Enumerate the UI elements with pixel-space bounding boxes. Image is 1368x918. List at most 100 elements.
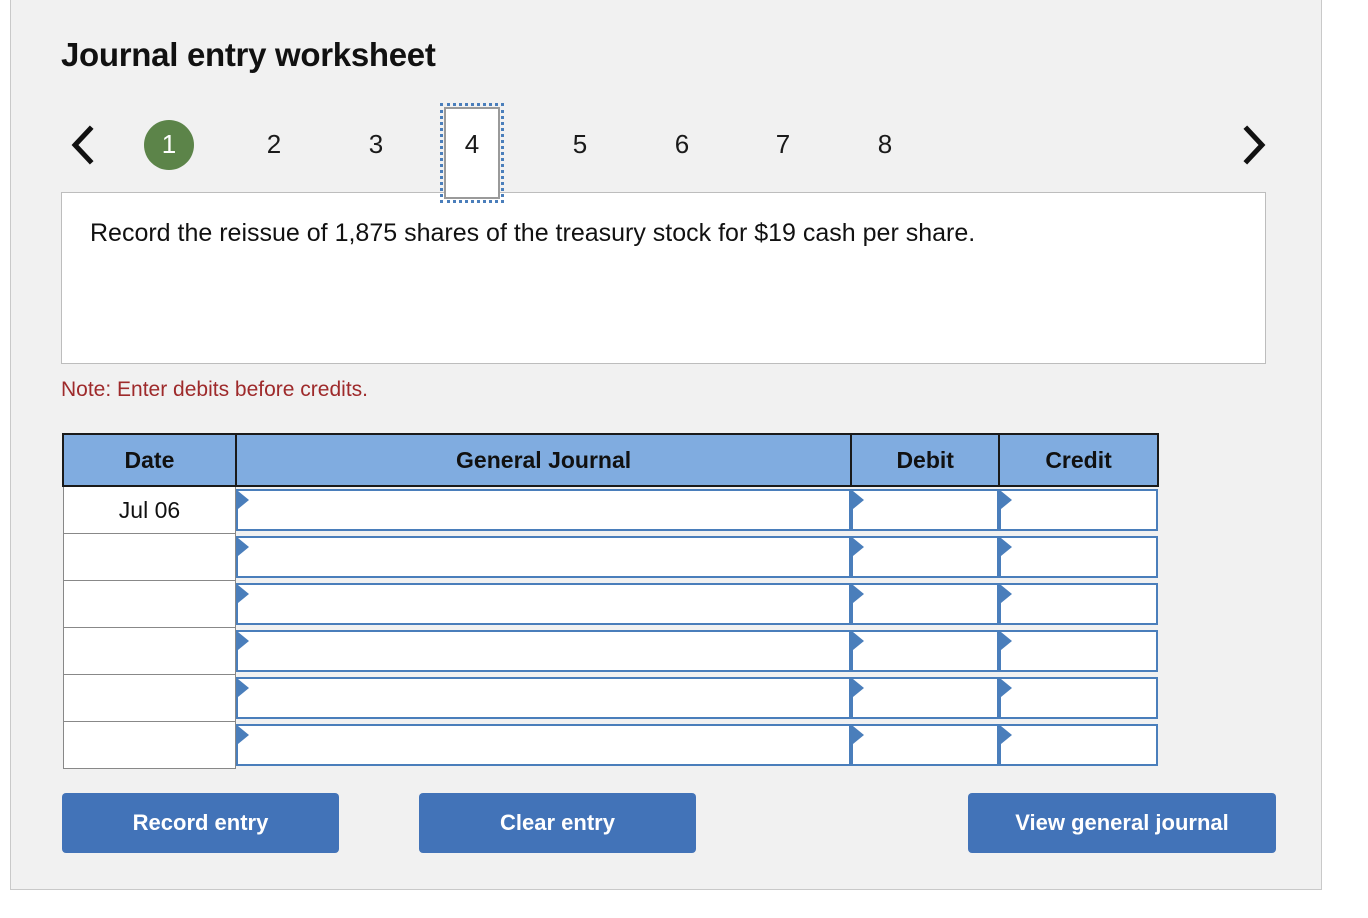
debit-input[interactable] xyxy=(851,583,1000,625)
dropdown-marker-icon xyxy=(853,491,865,510)
credit-cell xyxy=(999,675,1158,722)
question-panel: Record the reissue of 1,875 shares of th… xyxy=(61,192,1266,364)
general-journal-cell xyxy=(236,581,852,628)
general-journal-cell xyxy=(236,628,852,675)
credit-input[interactable] xyxy=(999,677,1158,719)
credit-input[interactable] xyxy=(999,489,1158,532)
table-row xyxy=(62,721,1158,769)
column-header-debit: Debit xyxy=(850,433,1001,487)
dropdown-marker-icon xyxy=(1001,585,1013,603)
credit-input[interactable] xyxy=(999,536,1158,578)
chevron-right-icon xyxy=(1241,124,1267,165)
general-journal-input[interactable] xyxy=(236,583,852,625)
credit-cell xyxy=(999,722,1158,769)
general-journal-cell xyxy=(236,675,852,722)
credit-input[interactable] xyxy=(999,583,1158,625)
general-journal-input[interactable] xyxy=(236,536,852,578)
debits-before-credits-note: Note: Enter debits before credits. xyxy=(61,378,368,401)
chevron-left-icon xyxy=(70,124,96,165)
pagination-step-5-label: 5 xyxy=(572,129,588,159)
debit-cell xyxy=(851,581,1000,628)
general-journal-input[interactable] xyxy=(236,489,852,532)
pagination-step-4-label: 4 xyxy=(464,129,480,159)
record-entry-button[interactable]: Record entry xyxy=(62,793,339,853)
dropdown-marker-icon xyxy=(1001,679,1013,697)
pagination-step-1[interactable]: 1 xyxy=(141,107,197,182)
next-page-button[interactable] xyxy=(1232,107,1276,182)
pagination-step-3[interactable]: 3 xyxy=(348,107,404,182)
dropdown-marker-icon xyxy=(238,632,250,650)
debit-input[interactable] xyxy=(851,489,1000,532)
dropdown-marker-icon xyxy=(1001,726,1013,744)
pagination-step-4[interactable]: 4 xyxy=(440,103,504,203)
general-journal-input[interactable] xyxy=(236,724,852,766)
debit-cell xyxy=(851,675,1000,722)
pagination-step-3-label: 3 xyxy=(368,129,384,159)
credit-cell xyxy=(999,581,1158,628)
table-row xyxy=(62,627,1158,675)
general-journal-input[interactable] xyxy=(236,630,852,672)
date-cell[interactable] xyxy=(62,533,237,581)
table-row: Jul 06 xyxy=(62,485,1158,534)
dropdown-marker-icon xyxy=(853,538,865,556)
page-title: Journal entry worksheet xyxy=(61,36,436,73)
date-cell[interactable] xyxy=(62,627,237,675)
table-row xyxy=(62,533,1158,581)
credit-cell xyxy=(999,486,1158,534)
credit-input[interactable] xyxy=(999,630,1158,672)
dropdown-marker-icon xyxy=(853,679,865,697)
dropdown-marker-icon xyxy=(238,585,250,603)
dropdown-marker-icon xyxy=(1001,538,1013,556)
date-cell[interactable] xyxy=(62,580,237,628)
journal-entry-worksheet-card: Journal entry worksheet 1 2 3 4 5 6 7 8 … xyxy=(10,0,1322,890)
table-row xyxy=(62,580,1158,628)
general-journal-cell xyxy=(236,534,852,581)
debit-cell xyxy=(851,486,1000,534)
question-text: Record the reissue of 1,875 shares of th… xyxy=(90,219,976,247)
pagination-step-8-label: 8 xyxy=(877,129,893,159)
previous-page-button[interactable] xyxy=(61,107,105,182)
pagination-step-7[interactable]: 7 xyxy=(755,107,811,182)
credit-input[interactable] xyxy=(999,724,1158,766)
date-cell[interactable] xyxy=(62,674,237,722)
debit-cell xyxy=(851,628,1000,675)
dropdown-marker-icon xyxy=(238,491,250,510)
pagination-step-6-label: 6 xyxy=(674,129,690,159)
clear-entry-button[interactable]: Clear entry xyxy=(419,793,696,853)
table-row xyxy=(62,674,1158,722)
date-cell[interactable] xyxy=(62,721,237,769)
table-header-row: Date General Journal Debit Credit xyxy=(62,433,1159,487)
worksheet-pagination: 1 2 3 4 5 6 7 8 xyxy=(61,103,1276,203)
general-journal-input[interactable] xyxy=(236,677,852,719)
column-header-date: Date xyxy=(62,433,237,487)
dropdown-marker-icon xyxy=(853,585,865,603)
debit-cell xyxy=(851,722,1000,769)
credit-cell xyxy=(999,534,1158,581)
pagination-step-1-label: 1 xyxy=(144,119,194,170)
debit-input[interactable] xyxy=(851,724,1000,766)
pagination-step-7-label: 7 xyxy=(775,129,791,159)
view-general-journal-button[interactable]: View general journal xyxy=(968,793,1276,853)
pagination-step-5[interactable]: 5 xyxy=(552,107,608,182)
pagination-step-8[interactable]: 8 xyxy=(857,107,913,182)
dropdown-marker-icon xyxy=(853,632,865,650)
pagination-step-2[interactable]: 2 xyxy=(246,107,302,182)
dropdown-marker-icon xyxy=(853,726,865,744)
general-journal-cell xyxy=(236,722,852,769)
dropdown-marker-icon xyxy=(1001,632,1013,650)
column-header-general-journal: General Journal xyxy=(234,433,853,487)
pagination-step-2-label: 2 xyxy=(266,129,282,159)
pagination-step-6[interactable]: 6 xyxy=(654,107,710,182)
dropdown-marker-icon xyxy=(238,679,250,697)
dropdown-marker-icon xyxy=(238,538,250,556)
dropdown-marker-icon xyxy=(238,726,250,744)
dropdown-marker-icon xyxy=(1001,491,1013,510)
column-header-credit: Credit xyxy=(998,433,1159,487)
debit-input[interactable] xyxy=(851,536,1000,578)
debit-input[interactable] xyxy=(851,630,1000,672)
debit-input[interactable] xyxy=(851,677,1000,719)
journal-entry-table: Date General Journal Debit Credit Jul 06 xyxy=(62,433,1159,769)
date-cell[interactable]: Jul 06 xyxy=(62,485,237,534)
general-journal-cell xyxy=(236,486,852,534)
credit-cell xyxy=(999,628,1158,675)
